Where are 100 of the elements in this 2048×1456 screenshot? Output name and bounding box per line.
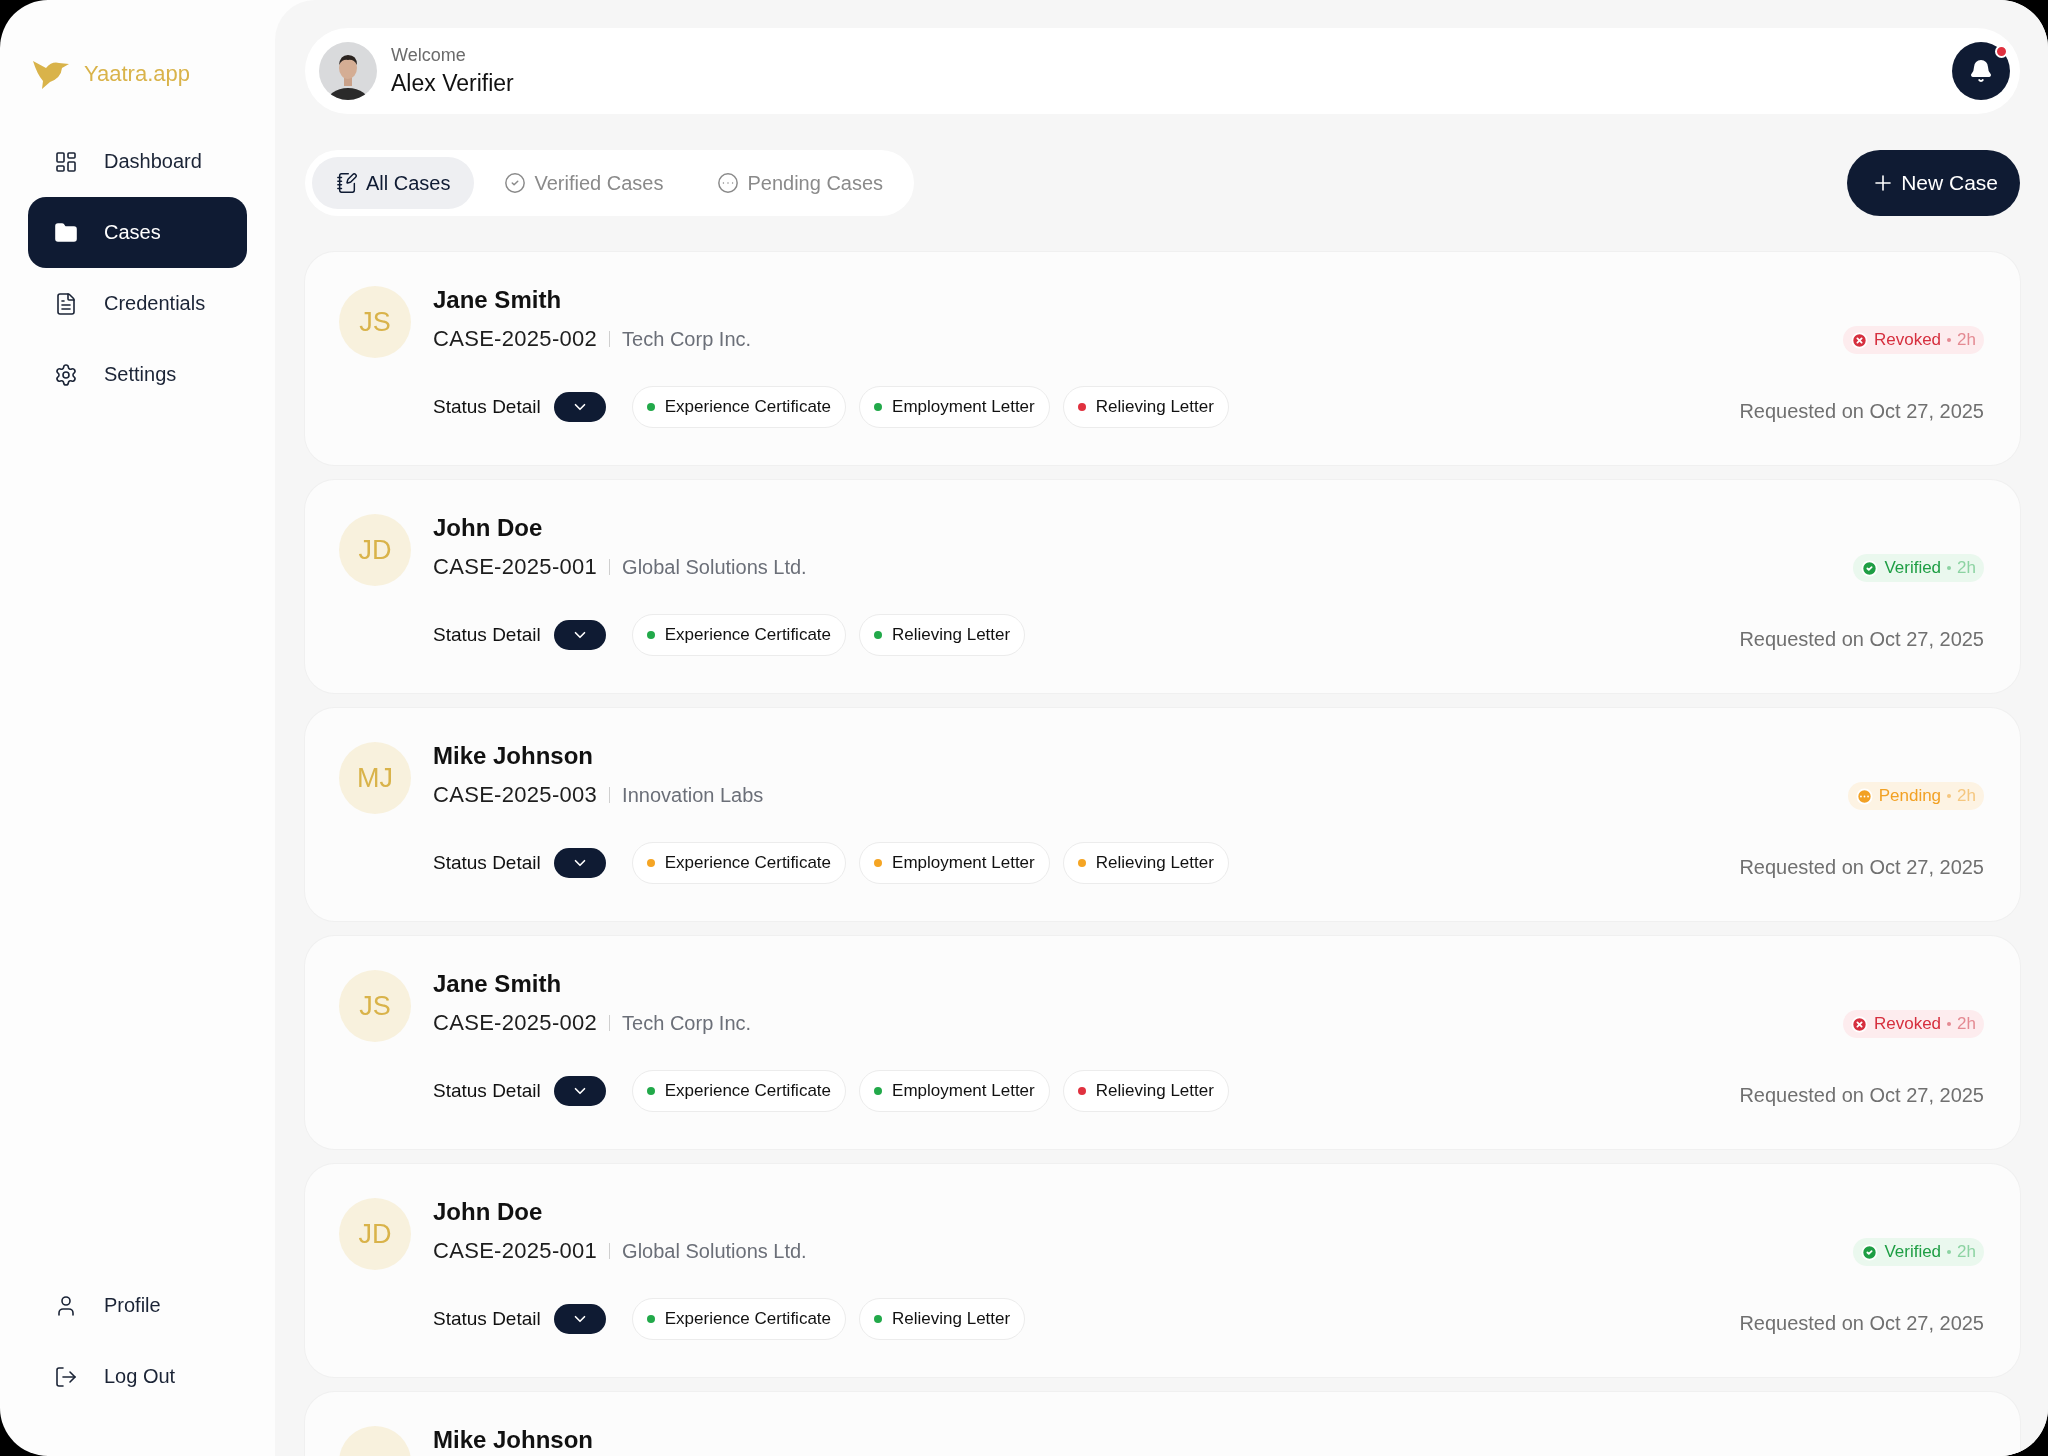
case-id: CASE-2025-002 <box>433 326 598 352</box>
dashboard-icon <box>54 149 78 174</box>
initials-avatar: JS <box>339 286 411 358</box>
notepad-icon <box>336 172 358 194</box>
bird-logo-icon <box>32 58 70 90</box>
document-label: Relieving Letter <box>892 625 1011 645</box>
user-avatar[interactable] <box>319 42 377 100</box>
cases-icon <box>54 220 78 245</box>
status-detail-label: Status Detail <box>433 396 541 418</box>
applicant-name: John Doe <box>433 514 544 542</box>
document-label: Experience Certificate <box>664 853 832 873</box>
status-age: 2h <box>1957 786 1976 806</box>
status-label: Verified <box>1884 558 1942 578</box>
expand-button[interactable] <box>553 848 606 878</box>
document-label: Experience Certificate <box>664 1081 832 1101</box>
applicant-name: Mike Johnson <box>433 742 595 770</box>
status-age: 2h <box>1957 1242 1976 1262</box>
greeting: Welcome <box>391 45 467 66</box>
case-card[interactable]: Mike Johnson <box>305 1392 2020 1456</box>
status-icon <box>1850 331 1868 349</box>
tab[interactable]: Verified Cases <box>480 157 688 209</box>
ellipsis-icon <box>717 172 740 194</box>
tab[interactable]: Pending Cases <box>693 157 908 209</box>
company-name: Global Solutions Ltd. <box>622 555 807 579</box>
separator-dot <box>1947 794 1952 798</box>
bell-icon <box>1969 59 1993 83</box>
nav-label: Log Out <box>104 1365 176 1388</box>
nav-label: Cases <box>104 221 161 244</box>
expand-button[interactable] <box>553 1304 606 1334</box>
status-age: 2h <box>1957 558 1976 578</box>
initials-avatar: JS <box>339 970 411 1042</box>
status-detail-label: Status Detail <box>433 852 541 874</box>
document-label: Relieving Letter <box>892 1309 1011 1329</box>
company-name: Innovation Labs <box>622 783 764 807</box>
status-label: Revoked <box>1873 330 1942 350</box>
company-name: Global Solutions Ltd. <box>622 1239 807 1263</box>
nav-item[interactable]: Credentials <box>28 268 247 339</box>
nav-item[interactable]: Cases <box>28 197 247 268</box>
status-label: Pending <box>1878 786 1942 806</box>
status-icon <box>1861 559 1879 577</box>
applicant-name: Jane Smith <box>433 286 563 314</box>
case-card[interactable]: JD John Doe CASE-2025-001 Global Solutions Ltd. Status Detail Experience Certificate Relieving Letter Verified 2h Requested on Oct 27, 2025 <box>305 1164 2020 1377</box>
status-icon <box>1855 787 1873 805</box>
check-circle-icon <box>504 172 527 194</box>
requested-date: Requested on Oct 27, 2025 <box>1739 1084 1984 1107</box>
document-label: Experience Certificate <box>664 397 832 417</box>
expand-button[interactable] <box>553 620 606 650</box>
brand-name: Yaatra.app <box>84 61 190 87</box>
nav-label: Settings <box>104 363 177 386</box>
nav-item[interactable]: Dashboard <box>28 126 247 197</box>
nav-item[interactable]: Profile <box>28 1270 247 1341</box>
new-case-button[interactable]: New Case <box>1847 150 2020 216</box>
settings-icon <box>54 362 78 387</box>
document-label: Experience Certificate <box>664 1309 832 1329</box>
status-icon <box>1850 1015 1868 1033</box>
case-id: CASE-2025-001 <box>433 554 598 580</box>
document-label: Relieving Letter <box>1095 397 1214 417</box>
applicant-name: Mike Johnson <box>433 1426 595 1454</box>
status-label: Verified <box>1884 1242 1942 1262</box>
status-detail-label: Status Detail <box>433 624 541 646</box>
nav-label: Dashboard <box>104 150 202 173</box>
case-card[interactable]: JS Jane Smith CASE-2025-002 Tech Corp Inc. Status Detail Experience Certificate Employment Letter Relieving Letter Revoked 2h Requested on Oct 27, 2025 <box>305 252 2020 465</box>
case-card[interactable]: JS Jane Smith CASE-2025-002 Tech Corp Inc. Status Detail Experience Certificate Employment Letter Relieving Letter Revoked 2h Requested on Oct 27, 2025 <box>305 936 2020 1149</box>
status-age: 2h <box>1957 330 1976 350</box>
document-label: Relieving Letter <box>1095 1081 1214 1101</box>
case-card[interactable]: JD John Doe CASE-2025-001 Global Solutions Ltd. Status Detail Experience Certificate Relieving Letter Verified 2h Requested on Oct 27, 2025 <box>305 480 2020 693</box>
applicant-name: John Doe <box>433 1198 544 1226</box>
requested-date: Requested on Oct 27, 2025 <box>1739 856 1984 879</box>
expand-button[interactable] <box>553 1076 606 1106</box>
separator-dot <box>1947 1022 1952 1026</box>
document-label: Employment Letter <box>892 853 1035 873</box>
separator-dot <box>1947 338 1952 342</box>
document-label: Employment Letter <box>892 397 1035 417</box>
user-name: Alex Verifier <box>391 70 514 97</box>
status-icon <box>1861 1243 1879 1261</box>
nav-item[interactable]: Settings <box>28 339 247 410</box>
status-label: Revoked <box>1873 1014 1942 1034</box>
case-id: CASE-2025-003 <box>433 782 598 808</box>
nav-label: Profile <box>104 1294 161 1317</box>
credentials-icon <box>54 291 78 316</box>
notifications-button[interactable] <box>1952 42 2010 100</box>
applicant-name: Jane Smith <box>433 970 563 998</box>
tab[interactable]: All Cases <box>312 157 475 209</box>
expand-button[interactable] <box>553 392 606 422</box>
separator-dot <box>1947 566 1952 570</box>
company-name: Tech Corp Inc. <box>622 327 752 351</box>
document-label: Employment Letter <box>892 1081 1035 1101</box>
logout-icon <box>54 1364 78 1389</box>
initials-avatar: MJ <box>339 742 411 814</box>
nav-item[interactable]: Log Out <box>28 1341 247 1412</box>
case-id: CASE-2025-001 <box>433 1238 598 1264</box>
nav-label: Credentials <box>104 292 206 315</box>
status-detail-label: Status Detail <box>433 1080 541 1102</box>
separator-dot <box>1947 1250 1952 1254</box>
initials-avatar: JD <box>339 1198 411 1270</box>
document-label: Experience Certificate <box>664 625 832 645</box>
company-name: Tech Corp Inc. <box>622 1011 752 1035</box>
requested-date: Requested on Oct 27, 2025 <box>1739 628 1984 651</box>
case-card[interactable]: MJ Mike Johnson CASE-2025-003 Innovation Labs Status Detail Experience Certificate Employment Letter Relieving Letter Pending 2h Requested on Oct 27, 2025 <box>305 708 2020 921</box>
requested-date: Requested on Oct 27, 2025 <box>1739 400 1984 423</box>
